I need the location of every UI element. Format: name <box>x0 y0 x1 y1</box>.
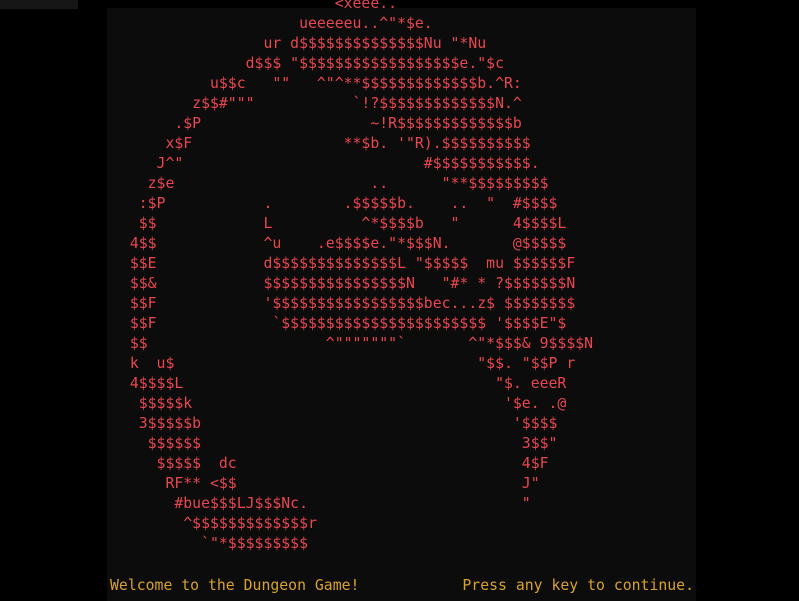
ascii-art-line: $$E d$$$$$$$$$$$$$$L "$$$$$ mu $$$$$$F <box>112 255 576 272</box>
ascii-art-line: z$$#""" `!?$$$$$$$$$$$$$N.^ <box>112 95 522 112</box>
ascii-art-line: k u$ "$$. "$$P r <box>112 355 576 372</box>
ascii-art-line: <xeee.. <box>112 0 398 12</box>
welcome-message: Welcome to the Dungeon Game! <box>110 577 360 594</box>
ascii-art-line: .$P ~!R$$$$$$$$$$$$$b <box>112 115 522 132</box>
ascii-art-line: :$P . .$$$$$b. .. " #$$$$ <box>112 195 558 212</box>
left-border <box>0 0 107 601</box>
ascii-art-line: $$F '$$$$$$$$$$$$$$$$$bec...z$ $$$$$$$$ <box>112 295 576 312</box>
ascii-art-line: z$e .. "**$$$$$$$$$ <box>112 175 549 192</box>
ascii-art-line: RF** <$$ J" <box>112 475 540 492</box>
top-left-corner <box>0 0 78 9</box>
press-any-key-prompt[interactable]: Press any key to continue. <box>462 575 694 597</box>
ascii-art-line: J^" #$$$$$$$$$$$. <box>112 155 540 172</box>
ascii-art-line: ueeeeeu..^"*$e. <box>112 15 433 32</box>
ascii-art-line: 4$$ ^u .e$$$$e."*$$$N. @$$$$$ <box>112 235 567 252</box>
ascii-art-line: x$F **$b. '"R).$$$$$$$$$$ <box>112 135 531 152</box>
ascii-art-line: ur d$$$$$$$$$$$$$$Nu "*Nu <box>112 35 487 52</box>
ascii-art-line: $$$$$ dc 4$F <box>112 455 549 472</box>
status-bar: Welcome to the Dungeon Game! Press any k… <box>107 575 696 597</box>
ascii-art-line: d$$$ "$$$$$$$$$$$$$$$$$$e."$c <box>112 55 504 72</box>
ascii-art-line: 4$$$$L "$. eeeR <box>112 375 567 392</box>
ascii-art-line: u$$c "" ^"^**$$$$$$$$$$$$$b.^R: <box>112 75 522 92</box>
ascii-art-line: ^$$$$$$$$$$$$$r <box>112 515 317 532</box>
game-screen: <xeee.. ueeeeeu..^"*$e. ur d$$$$$$$$$$$$… <box>0 0 799 601</box>
ascii-art-line: `"*$$$$$$$$$ <box>112 535 308 552</box>
ascii-art-line: #bue$$$LJ$$$Nc. " <box>112 495 531 512</box>
ascii-art-line: $$ ^"""""""` ^"*$$$& 9$$$$N <box>112 335 594 352</box>
ascii-art-line: $$$$$$ 3$$" <box>112 435 558 452</box>
ascii-art-line: $$$$$k '$e. .@ <box>112 395 567 412</box>
ascii-art-line: $$ L ^*$$$$b " 4$$$$L <box>112 215 567 232</box>
right-border <box>696 0 799 601</box>
ascii-art-line: $$& $$$$$$$$$$$$$$$$N "#* * ?$$$$$$$N <box>112 275 576 292</box>
ascii-art-logo: <xeee.. ueeeeeu..^"*$e. ur d$$$$$$$$$$$$… <box>112 0 593 554</box>
ascii-art-line: $$F `$$$$$$$$$$$$$$$$$$$$$$$ '$$$$E"$ <box>112 315 567 332</box>
ascii-art-line: 3$$$$$b '$$$$ <box>112 415 558 432</box>
